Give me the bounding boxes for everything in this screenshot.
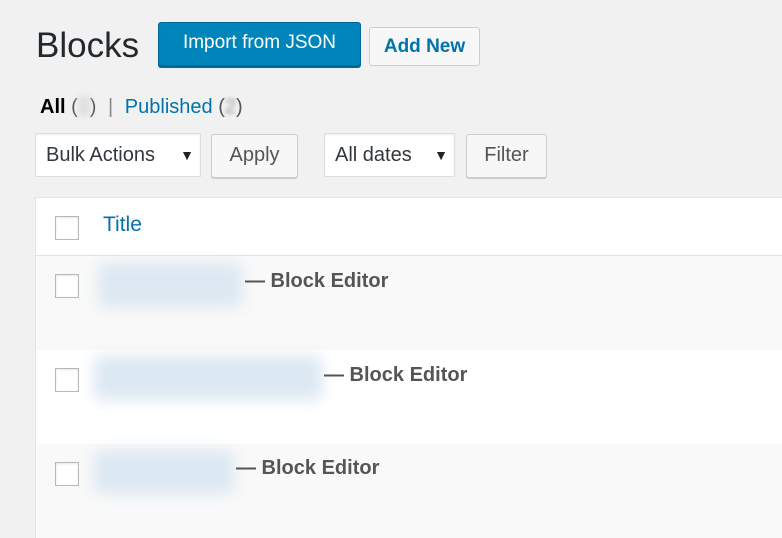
table-row: — Block Editor <box>36 444 782 538</box>
chevron-down-icon: ▼ <box>180 147 194 163</box>
filter-button[interactable]: Filter <box>466 134 547 178</box>
row-title-suffix: — Block Editor <box>245 270 389 292</box>
chevron-down-icon: ▼ <box>434 147 448 163</box>
bulk-actions-select[interactable]: Bulk Actions ▼ <box>35 133 201 177</box>
all-count-redacted <box>77 96 90 116</box>
add-new-button[interactable]: Add New <box>369 27 480 66</box>
import-from-json-button[interactable]: Import from JSON <box>158 22 361 66</box>
row-checkbox[interactable] <box>55 274 79 298</box>
count-open-paren: ( <box>71 96 78 118</box>
page-title: Blocks <box>36 26 140 65</box>
filter-all-link[interactable]: All <box>40 96 66 118</box>
row-title-suffix: — Block Editor <box>236 457 380 479</box>
filter-published-link[interactable]: Published <box>125 96 213 118</box>
column-title-sort-link[interactable]: Title <box>103 213 142 237</box>
table-row: — Block Editor <box>36 256 782 350</box>
status-filter-links: All () | Published (2) <box>40 94 243 120</box>
blocks-table: Title — Block Editor — Block Editor — Bl… <box>35 197 782 538</box>
filter-separator: | <box>108 96 114 118</box>
redacted-block-title-link[interactable] <box>94 356 322 400</box>
redacted-block-title-link[interactable] <box>94 450 234 494</box>
date-filter-value: All dates <box>335 144 412 166</box>
row-title-suffix: — Block Editor <box>324 364 468 386</box>
row-checkbox[interactable] <box>55 368 79 392</box>
select-all-checkbox[interactable] <box>55 216 79 240</box>
redacted-block-title-link[interactable] <box>98 263 242 307</box>
date-filter-select[interactable]: All dates ▼ <box>324 133 455 177</box>
table-header: Title <box>36 198 782 256</box>
published-count: 2 <box>224 96 236 118</box>
count-close-paren: ) <box>89 96 97 118</box>
table-row: — Block Editor <box>36 350 782 444</box>
apply-button[interactable]: Apply <box>211 134 298 178</box>
count-close-paren: ) <box>236 96 243 118</box>
row-checkbox[interactable] <box>55 462 79 486</box>
count-open-paren: ( <box>218 96 225 118</box>
bulk-actions-value: Bulk Actions <box>46 144 155 166</box>
